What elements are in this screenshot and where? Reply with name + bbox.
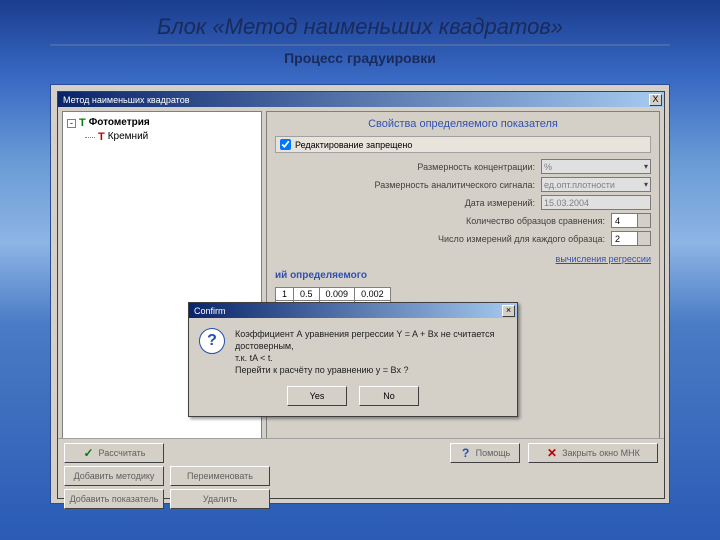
slide-subtitle: Процесс градуировки [0, 50, 720, 66]
confirm-dialog: Confirm × ? Коэффициент А уравнения регр… [188, 302, 518, 417]
field-label: Количество образцов сравнения: [275, 216, 611, 226]
date-field[interactable]: 15.03.2004 [541, 195, 651, 210]
button-label: Помощь [476, 448, 511, 458]
help-button[interactable]: ? Помощь [450, 443, 520, 463]
field-samples-count: Количество образцов сравнения: 4 [275, 213, 651, 228]
concentration-unit-combo[interactable]: % [541, 159, 651, 174]
dialog-body: ? Коэффициент А уравнения регрессии Y = … [189, 318, 517, 386]
button-label: Добавить показатель [70, 494, 159, 504]
close-icon[interactable]: × [502, 305, 515, 317]
tree-connector [85, 137, 95, 138]
method-icon: T [79, 116, 86, 130]
main-window: Метод наименьших квадратов X - T Фотомет… [57, 91, 665, 499]
add-indicator-button[interactable]: Добавить показатель [64, 489, 164, 509]
tree-root[interactable]: - T Фотометрия [67, 116, 257, 130]
window-title: Метод наименьших квадратов [60, 95, 649, 105]
dialog-line: Перейти к расчёту по уравнению y = Bx ? [235, 364, 507, 376]
dialog-line: т.к. tA < t. [235, 352, 507, 364]
field-measurements-count: Число измерений для каждого образца: 2 [275, 231, 651, 246]
field-date: Дата измерений: 15.03.2004 [275, 195, 651, 210]
field-label: Дата измерений: [275, 198, 541, 208]
button-label: Закрыть окно МНК [562, 448, 640, 458]
screenshot-frame: Метод наименьших квадратов X - T Фотомет… [50, 84, 670, 504]
indicator-icon: T [98, 130, 105, 144]
properties-title: Свойства определяемого показателя [275, 118, 651, 130]
button-label: Переименовать [187, 471, 253, 481]
tree-child[interactable]: T Кремний [67, 130, 257, 144]
dialog-line: Коэффициент А уравнения регрессии Y = A … [235, 328, 507, 352]
button-label: Удалить [203, 494, 237, 504]
no-button[interactable]: No [359, 386, 419, 406]
dialog-titlebar[interactable]: Confirm × [189, 303, 517, 318]
check-icon: ✓ [83, 447, 95, 459]
rename-button[interactable]: Переименовать [170, 466, 270, 486]
cell: 1 [276, 288, 294, 301]
dialog-title: Confirm [191, 306, 502, 316]
delete-button[interactable]: Удалить [170, 489, 270, 509]
slide-title: Блок «Метод наименьших квадратов» [0, 0, 720, 40]
button-label: Рассчитать [99, 448, 146, 458]
field-label: Размерность концентрации: [275, 162, 541, 172]
calculate-button[interactable]: ✓ Рассчитать [64, 443, 164, 463]
button-label: Добавить методику [74, 471, 155, 481]
signal-unit-combo[interactable]: ед.опт.плотности [541, 177, 651, 192]
cell: 0.5 [294, 288, 320, 301]
field-signal-unit: Размерность аналитического сигнала: ед.о… [275, 177, 651, 192]
lock-editing-row[interactable]: Редактирование запрещено [275, 136, 651, 153]
lock-checkbox[interactable] [280, 139, 291, 150]
tree-child-label: Кремний [108, 130, 149, 144]
bottom-toolbar: ✓ Рассчитать Добавить методику Добавить … [58, 438, 664, 498]
add-method-button[interactable]: Добавить методику [64, 466, 164, 486]
dialog-buttons: Yes No [189, 386, 517, 416]
regression-link[interactable]: вычисления регрессии [275, 254, 651, 264]
dialog-message: Коэффициент А уравнения регрессии Y = A … [235, 328, 507, 376]
close-window-button[interactable]: ✕ Закрыть окно МНК [528, 443, 658, 463]
yes-button[interactable]: Yes [287, 386, 347, 406]
field-label: Размерность аналитического сигнала: [275, 180, 541, 190]
close-icon[interactable]: X [649, 94, 662, 106]
samples-spinner[interactable]: 4 [611, 213, 651, 228]
collapse-icon[interactable]: - [67, 119, 76, 128]
field-label: Число измерений для каждого образца: [275, 234, 611, 244]
cell: 0.002 [355, 288, 391, 301]
window-titlebar[interactable]: Метод наименьших квадратов X [58, 92, 664, 107]
title-underline [50, 44, 669, 46]
field-concentration-unit: Размерность концентрации: % [275, 159, 651, 174]
question-icon: ? [199, 328, 225, 354]
close-x-icon: ✕ [546, 447, 558, 459]
table-row[interactable]: 1 0.5 0.009 0.002 [276, 288, 391, 301]
cell: 0.009 [319, 288, 355, 301]
tree-root-label: Фотометрия [89, 116, 150, 130]
measurements-spinner[interactable]: 2 [611, 231, 651, 246]
section-header: ий определяемого [275, 270, 651, 281]
lock-label: Редактирование запрещено [295, 140, 412, 150]
help-icon: ? [460, 447, 472, 459]
